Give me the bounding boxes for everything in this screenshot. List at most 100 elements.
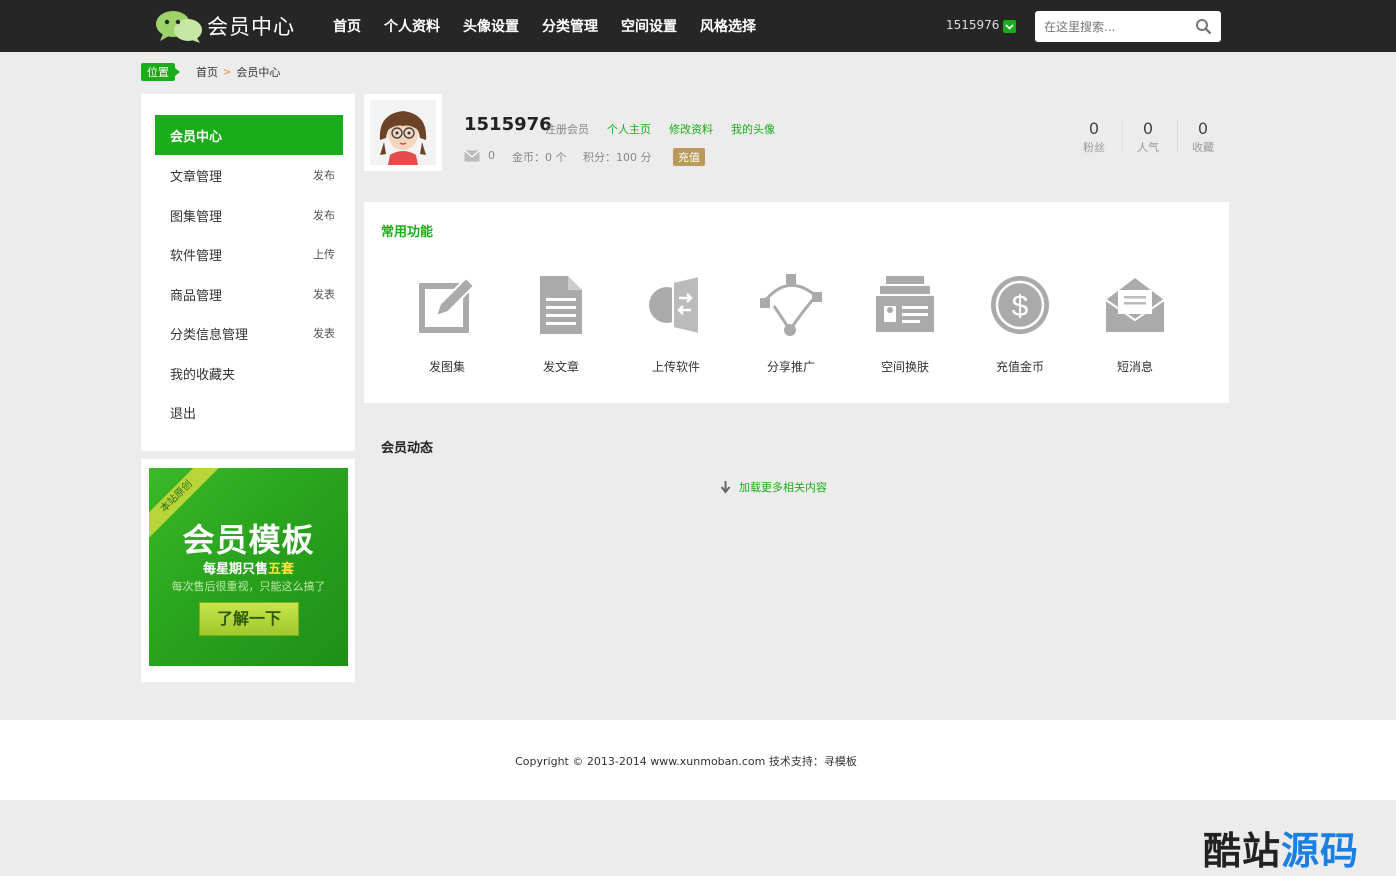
sidebar-item-label: 退出	[170, 406, 197, 422]
sidebar-item-albums[interactable]: 图集管理 发布	[155, 195, 343, 235]
sidebar-item-label: 我的收藏夹	[170, 367, 236, 383]
nav-space-settings[interactable]: 空间设置	[621, 16, 677, 36]
nav-category-management[interactable]: 分类管理	[542, 16, 598, 36]
sidebar-item-member-center[interactable]: 会员中心	[155, 115, 343, 155]
avatar[interactable]	[364, 94, 442, 171]
function-label: 发文章	[542, 360, 579, 374]
sidebar-item-action[interactable]: 上传	[313, 246, 335, 262]
user-menu-name[interactable]: 1515976	[946, 18, 999, 32]
function-label: 上传软件	[651, 360, 700, 374]
breadcrumb-home[interactable]: 首页	[196, 64, 218, 80]
gold-balance: 金币：0 个	[512, 151, 567, 164]
profile-edit-link[interactable]: 修改资料	[669, 121, 713, 137]
sidebar-item-label: 分类信息管理	[170, 327, 249, 343]
svg-text:$: $	[1012, 290, 1029, 323]
envelope-icon	[1105, 278, 1165, 332]
common-functions-panel: 常用功能 发图集 发文章 上传软件 分享推广 空间换肤 $ 充值金币 短消息	[364, 202, 1229, 403]
function-recharge-gold[interactable]: $ 充值金币	[970, 272, 1070, 375]
watermark: 酷站源码	[1203, 829, 1360, 873]
arrow-down-icon	[720, 480, 731, 494]
nav-home[interactable]: 首页	[333, 16, 361, 36]
function-share-promote[interactable]: 分享推广	[741, 272, 841, 375]
edit-icon	[419, 276, 476, 333]
nav-profile[interactable]: 个人资料	[384, 16, 440, 36]
function-upload-software[interactable]: 上传软件	[626, 272, 726, 375]
function-label: 短消息	[1116, 360, 1153, 374]
stat-popularity[interactable]: 0 人气	[1123, 119, 1173, 155]
promo-note: 每次售后很重视，只能这么搞了	[171, 580, 326, 593]
breadcrumb-current: 会员中心	[236, 66, 281, 79]
nav-style-selection[interactable]: 风格选择	[700, 16, 756, 36]
top-bar: 会员中心 首页 个人资料 头像设置 分类管理 空间设置 风格选择 1515976	[0, 0, 1396, 52]
sidebar-item-action[interactable]: 发布	[313, 207, 335, 223]
panel-title: 常用功能	[381, 225, 434, 240]
chevron-down-icon[interactable]	[1003, 20, 1016, 33]
avatar-girl-icon	[370, 100, 436, 165]
function-label: 发图集	[428, 360, 465, 374]
sidebar-item-label: 文章管理	[170, 169, 223, 185]
logo-text: 会员中心	[207, 15, 295, 39]
copyright: Copyright © 2013-2014 www.xunmoban.com 技…	[515, 755, 857, 768]
logo[interactable]: 会员中心	[155, 8, 295, 44]
stat-value: 0	[1197, 119, 1209, 138]
sidebar-item-label: 图集管理	[170, 209, 223, 225]
dollar-coin-icon: $	[991, 276, 1049, 334]
profile-avatar-link[interactable]: 我的头像	[731, 121, 775, 137]
sidebar-item-label: 会员中心	[170, 129, 223, 145]
message-count: 0	[488, 149, 495, 162]
nav-avatar-settings[interactable]: 头像设置	[463, 16, 519, 36]
promo-banner[interactable]: 本站原创 会员模板 每星期只售五套 每次售后很重视，只能这么搞了 了解一下	[149, 468, 348, 666]
profile-name: 1515976	[464, 114, 552, 135]
breadcrumb: 位置 首页 > 会员中心	[141, 62, 280, 82]
breadcrumb-separator: >	[223, 66, 232, 78]
document-icon	[540, 276, 582, 334]
promo-title: 会员模板	[182, 521, 315, 559]
search-box	[1035, 11, 1221, 42]
stat-value: 0	[1142, 119, 1154, 138]
breadcrumb-tag: 位置	[141, 63, 180, 81]
recharge-button[interactable]: 充值	[673, 148, 705, 166]
stat-label: 粉丝	[1083, 141, 1105, 154]
function-short-message[interactable]: 短消息	[1085, 272, 1185, 375]
promo-learn-more-button[interactable]: 了解一下	[199, 602, 299, 636]
profile-homepage-link[interactable]: 个人主页	[607, 121, 651, 137]
function-post-album[interactable]: 发图集	[397, 272, 497, 375]
points-balance: 积分：100 分	[583, 151, 652, 164]
profile-role: 注册会员	[545, 123, 589, 136]
sidebar-item-classifieds[interactable]: 分类信息管理 发表	[155, 313, 343, 353]
stat-label: 收藏	[1192, 141, 1214, 154]
skin-icon	[876, 276, 934, 332]
search-input[interactable]	[1044, 17, 1184, 36]
sidebar: 会员中心 文章管理 发布 图集管理 发布 软件管理 上传 商品管理 发表 分类信…	[141, 94, 355, 451]
sidebar-item-logout[interactable]: 退出	[155, 392, 343, 432]
stat-favorites[interactable]: 0 收藏	[1178, 119, 1228, 155]
function-label: 空间换肤	[880, 360, 929, 374]
main-nav: 首页 个人资料 头像设置 分类管理 空间设置 风格选择	[333, 0, 779, 52]
sidebar-item-action[interactable]: 发表	[313, 325, 335, 341]
footer: Copyright © 2013-2014 www.xunmoban.com 技…	[0, 720, 1396, 800]
function-post-article[interactable]: 发文章	[511, 272, 611, 375]
stat-fans[interactable]: 0 粉丝	[1069, 119, 1119, 155]
mail-icon[interactable]	[464, 150, 480, 162]
load-more-label: 加载更多相关内容	[739, 481, 827, 494]
sidebar-item-action[interactable]: 发表	[313, 286, 335, 302]
sidebar-item-products[interactable]: 商品管理 发表	[155, 274, 343, 314]
function-label: 分享推广	[766, 360, 815, 374]
upload-software-icon	[649, 274, 700, 336]
promo-card: 本站原创 会员模板 每星期只售五套 每次售后很重视，只能这么搞了 了解一下	[141, 459, 355, 682]
member-activity-title: 会员动态	[381, 441, 434, 456]
sidebar-item-favorites[interactable]: 我的收藏夹	[155, 353, 343, 393]
function-space-skin[interactable]: 空间换肤	[855, 272, 955, 375]
sidebar-item-articles[interactable]: 文章管理 发布	[155, 155, 343, 195]
chat-bubbles-icon	[156, 11, 202, 43]
stat-value: 0	[1088, 119, 1100, 138]
share-icon	[760, 274, 822, 336]
search-icon[interactable]	[1195, 18, 1212, 35]
function-label: 充值金币	[995, 360, 1044, 374]
load-more-button[interactable]: 加载更多相关内容	[720, 479, 827, 495]
sidebar-item-label: 软件管理	[170, 248, 223, 264]
promo-subtitle: 每星期只售五套	[202, 562, 295, 577]
sidebar-item-action[interactable]: 发布	[313, 167, 335, 183]
sidebar-item-label: 商品管理	[170, 288, 223, 304]
sidebar-item-software[interactable]: 软件管理 上传	[155, 234, 343, 274]
